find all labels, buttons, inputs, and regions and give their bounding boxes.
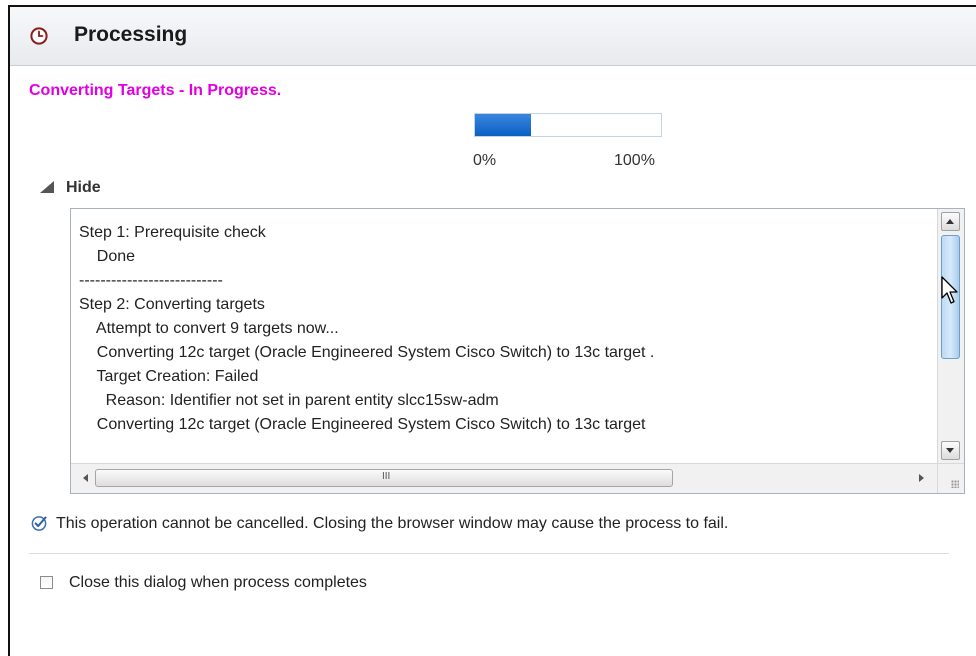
scroll-left-button[interactable] [79,471,93,485]
log-line: Done [79,248,136,265]
checkmark-info-icon [31,516,47,531]
log-content: Step 1: Prerequisite check Done ---------… [71,209,937,463]
dialog-titlebar: Processing [10,7,976,66]
progress-bar-fill [475,114,531,136]
progress-min-label: 0% [473,152,497,169]
scroll-down-button[interactable] [941,441,960,460]
log-line: Step 1: Prerequisite check [79,224,266,241]
log-line: Target Creation: Failed [79,368,259,385]
log-line: --------------------------- [79,272,223,289]
dialog-title: Processing [74,23,188,46]
cancel-warning-text: This operation cannot be cancelled. Clos… [56,515,729,532]
horizontal-scroll-thumb[interactable]: III [95,469,673,487]
progress-max-label: 100% [614,152,655,169]
mouse-cursor-icon [941,276,958,304]
triangle-collapse-icon [40,181,54,193]
close-when-complete-checkbox[interactable] [40,576,53,589]
resize-grip-icon [951,480,959,488]
cancel-warning-note: This operation cannot be cancelled. Clos… [31,515,728,533]
horizontal-scrollbar[interactable]: III [71,463,937,493]
progress-bar [474,113,662,137]
hide-details-toggle[interactable]: Hide [40,179,101,197]
divider [29,553,949,554]
log-line: Step 2: Converting targets [79,296,265,313]
clock-icon [30,27,48,45]
vertical-scrollbar[interactable] [937,209,964,463]
scroll-grip-marks: III [382,471,391,482]
resize-corner[interactable] [937,463,964,493]
log-line: Converting 12c target (Oracle Engineered… [79,416,646,433]
log-textarea[interactable]: Step 1: Prerequisite check Done ---------… [70,208,965,494]
close-when-complete-option[interactable]: Close this dialog when process completes [40,574,367,592]
log-line: Reason: Identifier not set in parent ent… [79,392,499,409]
log-line: Attempt to convert 9 targets now... [79,320,339,337]
scroll-right-button[interactable] [915,471,929,485]
log-line: Converting 12c target (Oracle Engineered… [79,344,655,361]
status-message: Converting Targets - In Progress. [29,82,282,99]
scroll-up-button[interactable] [941,212,960,231]
processing-dialog: Processing Converting Targets - In Progr… [8,5,976,656]
close-when-complete-label: Close this dialog when process completes [69,574,367,591]
hide-details-label: Hide [66,179,101,196]
